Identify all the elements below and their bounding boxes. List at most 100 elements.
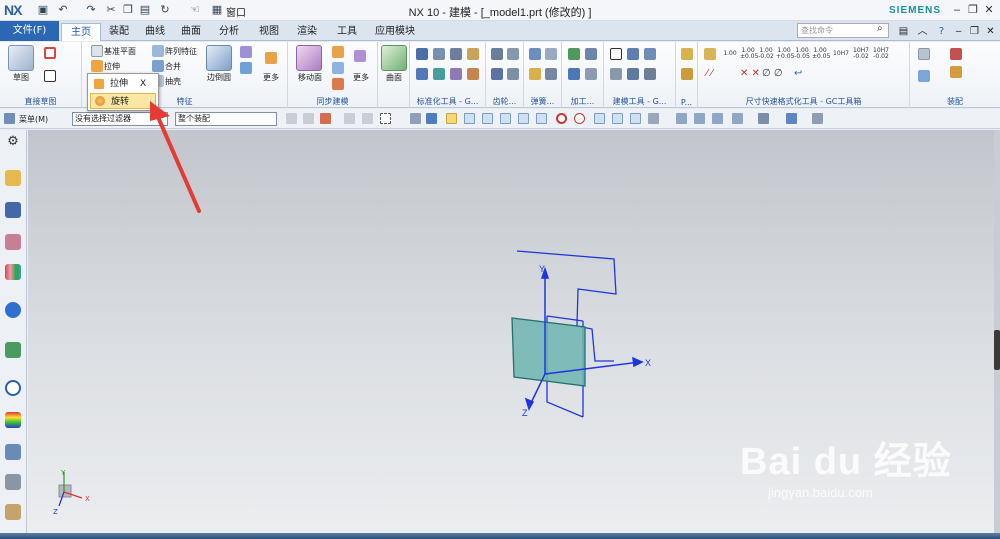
snap-tool-11-icon[interactable] [500,113,511,124]
p-tool-a-icon[interactable] [681,48,693,60]
machining-tool-a-icon[interactable] [568,48,580,60]
view-tool-1-icon[interactable] [676,113,687,124]
history-icon[interactable] [5,380,21,396]
selection-filter-select[interactable]: 没有选择过滤器 [72,112,168,126]
search-icon[interactable]: ⌕ [877,23,883,34]
selection-scope-select[interactable]: 整个装配 [175,112,277,126]
sketch-label[interactable]: 草图 [4,72,38,83]
manufacturing-wizards-icon[interactable] [5,474,21,490]
repeat-command-icon[interactable]: ↻ [158,3,172,17]
unite-label[interactable]: 合并 [165,61,181,72]
view-tool-6-icon[interactable] [786,113,797,124]
snap-tool-13-icon[interactable] [536,113,547,124]
tab-curve[interactable]: 曲线 [138,23,172,41]
std-tool-e-icon[interactable] [416,68,428,80]
array-feature-icon[interactable] [152,45,164,57]
gear-tool-a-icon[interactable] [491,48,503,60]
extruded-face[interactable] [511,317,586,387]
shell-label[interactable]: 抽壳 [165,76,181,87]
feature-tool-a-icon[interactable] [240,46,252,58]
sync-more-icon[interactable] [354,50,366,62]
copy-icon[interactable]: ❐ [121,3,135,17]
diameter-icon[interactable]: ∅ ∅ [762,68,783,79]
snap-tool-4-icon[interactable] [344,113,355,124]
save-icon[interactable]: ▣ [36,3,50,17]
window-icon[interactable]: ▦ [210,3,224,17]
right-panel-handle[interactable] [994,330,1000,370]
system-materials-icon[interactable] [5,412,21,428]
tab-render[interactable]: 渲染 [290,23,324,41]
snap-tool-14-icon[interactable] [594,113,605,124]
feature-tool-b-icon[interactable] [240,62,252,74]
window-menu[interactable]: 窗口 [226,4,246,19]
roles-icon[interactable] [5,504,21,520]
dim-text-4[interactable]: 1.00 +0.05 [776,48,794,60]
snap-center-icon[interactable] [556,113,567,124]
tab-home[interactable]: 主页 [61,23,101,41]
std-tool-c-icon[interactable] [450,48,462,60]
doc-restore-icon[interactable]: ❐ [968,25,981,38]
dim-text-5[interactable]: 1.00 -0.05 [794,48,810,60]
sync-tool-b-icon[interactable] [332,62,344,74]
snap-tool-3-icon[interactable] [320,113,331,124]
machining-tool-b-icon[interactable] [585,48,597,60]
dim-text-2[interactable]: 1.00 ±0.05 [740,48,758,60]
assembly-tool-c-icon[interactable] [950,66,962,78]
gear-tool-d-icon[interactable] [507,68,519,80]
cut-icon[interactable]: ✂ [104,3,118,17]
snap-tool-2-icon[interactable] [303,113,314,124]
doc-close-icon[interactable]: ✕ [984,25,997,38]
menu-icon[interactable] [4,113,15,124]
std-tool-a-icon[interactable] [416,48,428,60]
help-icon[interactable]: ? [935,25,948,38]
snap-tool-1-icon[interactable] [286,113,297,124]
assembly-tool-a-icon[interactable] [918,48,930,60]
snap-tool-7-icon[interactable] [426,113,437,124]
model-tool-b-icon[interactable] [627,48,639,60]
sync-tool-a-icon[interactable] [332,46,344,58]
std-tool-h-icon[interactable] [467,68,479,80]
model-tool-c-icon[interactable] [644,48,656,60]
command-search-input[interactable]: 查找命令 [797,23,889,38]
dim-tool-c-icon[interactable]: ✕ ✕ [740,68,760,79]
unite-icon[interactable] [152,60,164,72]
spring-tool-a-icon[interactable] [529,48,541,60]
dim-text-7[interactable]: 10H7 [832,51,850,57]
redo-icon[interactable]: ↷ [84,3,98,17]
tab-tools[interactable]: 工具 [330,23,364,41]
std-tool-b-icon[interactable] [433,48,445,60]
profile-icon[interactable] [44,47,56,59]
move-face-label[interactable]: 移动面 [292,72,328,83]
assembly-navigator-icon[interactable] [5,170,21,186]
gear-tool-b-icon[interactable] [507,48,519,60]
box-select-icon[interactable] [380,113,391,124]
edge-blend-label[interactable]: 边倒圆 [200,72,238,83]
model-tool-d-icon[interactable] [610,68,622,80]
spring-tool-b-icon[interactable] [545,48,557,60]
dropdown-item-revolve[interactable]: 旋转 [90,93,156,109]
dim-text-6[interactable]: 1.00 ±0.05 [812,48,830,60]
touch-mode-icon[interactable]: ☜ [188,3,202,17]
part-navigator-icon[interactable] [5,234,21,250]
view-tool-5-icon[interactable] [758,113,769,124]
hd3d-tools-icon[interactable] [5,302,21,318]
snap-tool-17-icon[interactable] [648,113,659,124]
surface-icon[interactable] [381,45,407,71]
dim-text-3[interactable]: 1.00 -0.02 [758,48,774,60]
tab-surface[interactable]: 曲面 [174,23,208,41]
tab-applications[interactable]: 应用模块 [370,23,420,41]
extrude-icon[interactable] [91,60,103,72]
sync-tool-c-icon[interactable] [332,78,344,90]
snap-tool-16-icon[interactable] [630,113,641,124]
view-tool-7-icon[interactable] [812,113,823,124]
settings-icon[interactable]: ⚙ [5,134,21,150]
feature-more-label[interactable]: 更多 [258,72,284,83]
file-menu-tab[interactable]: 文件(F) [0,21,59,41]
dim-tool-a-icon[interactable] [704,48,716,60]
std-tool-f-icon[interactable] [433,68,445,80]
rectangle-icon[interactable] [44,70,56,82]
feature-more-icon[interactable] [265,52,277,64]
machining-tool-c-icon[interactable] [568,68,580,80]
graphics-window[interactable]: Y X Z Y X Z Bai du 经验 jingyan.baidu.com [28,130,994,539]
gear-tool-c-icon[interactable] [491,68,503,80]
